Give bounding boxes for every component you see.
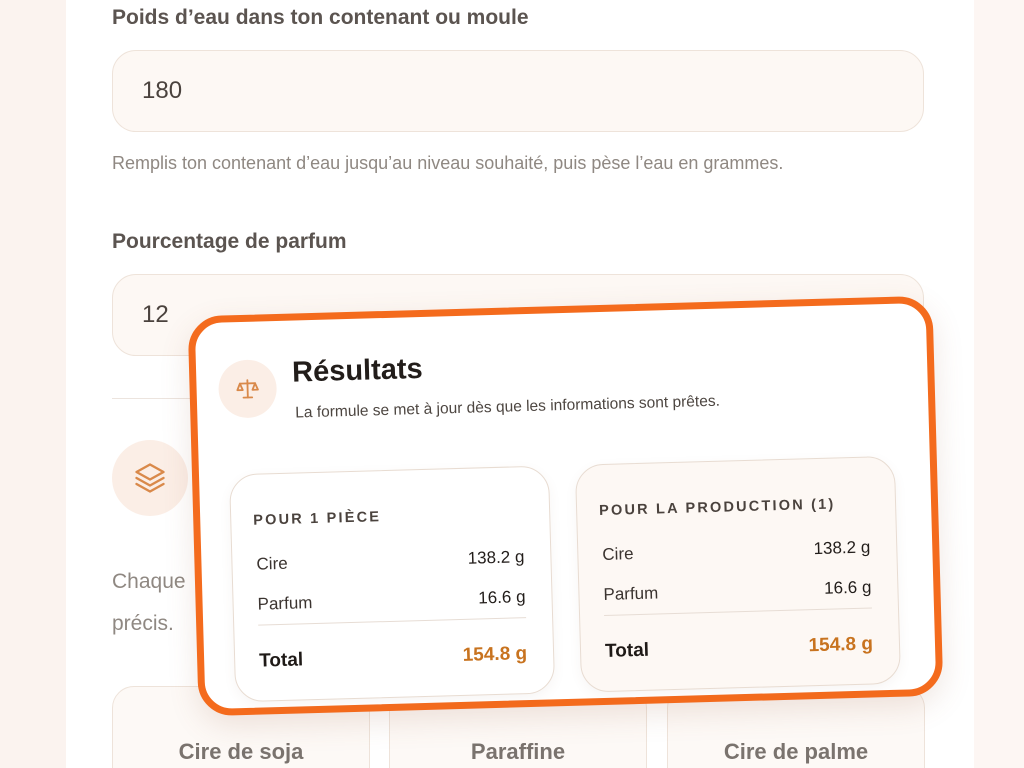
per-piece-row-perfume: Parfum 16.6 g xyxy=(257,587,525,614)
row-label: Cire xyxy=(256,553,288,574)
row-value: 138.2 g xyxy=(467,547,525,568)
production-row-perfume: Parfum 16.6 g xyxy=(603,577,871,604)
wax-section-icon-badge xyxy=(112,440,188,516)
results-subtitle: La formule se met à jour dès que les inf… xyxy=(295,392,721,422)
perfume-percent-label: Pourcentage de parfum xyxy=(112,230,347,253)
layers-icon xyxy=(135,463,165,493)
wax-type-label: Cire de soja xyxy=(178,739,304,764)
total-label: Total xyxy=(258,649,304,672)
row-value: 16.6 g xyxy=(478,587,526,608)
results-card: Résultats La formule se met à jour dès q… xyxy=(187,295,944,717)
row-value: 138.2 g xyxy=(813,537,871,559)
production-heading: POUR LA PRODUCTION (1) xyxy=(598,496,836,520)
production-total-row: Total 154.8 g xyxy=(605,633,874,662)
total-value: 154.8 g xyxy=(462,643,528,666)
row-label: Parfum xyxy=(257,593,313,614)
per-piece-card: POUR 1 PIÈCE Cire 138.2 g Parfum 16.6 g … xyxy=(228,465,556,703)
results-title: Résultats xyxy=(291,352,424,389)
total-label: Total xyxy=(604,639,650,662)
water-weight-help: Remplis ton contenant d’eau jusqu’au niv… xyxy=(112,153,784,173)
wax-type-label: Cire de palme xyxy=(723,739,869,764)
wax-description-line-1: Chaque xyxy=(112,570,186,593)
scale-icon xyxy=(236,379,259,399)
per-piece-total-row: Total 154.8 g xyxy=(259,643,528,672)
wax-type-label: Paraffine xyxy=(470,739,566,764)
water-weight-label: Poids d’eau dans ton contenant ou moule xyxy=(112,6,529,29)
water-weight-input[interactable]: 180 xyxy=(112,50,924,132)
production-card: POUR LA PRODUCTION (1) Cire 138.2 g Parf… xyxy=(574,455,902,693)
per-piece-divider xyxy=(258,617,527,626)
total-value: 154.8 g xyxy=(808,633,874,657)
per-piece-row-wax: Cire 138.2 g xyxy=(256,547,524,574)
section-divider xyxy=(112,398,192,399)
row-label: Parfum xyxy=(603,583,659,604)
row-label: Cire xyxy=(602,544,634,564)
wax-description-line-2: précis. xyxy=(112,612,174,635)
row-value: 16.6 g xyxy=(823,577,872,598)
production-divider xyxy=(604,607,872,616)
production-row-wax: Cire 138.2 g xyxy=(602,538,870,565)
per-piece-heading: POUR 1 PIÈCE xyxy=(253,509,382,529)
page-background-right xyxy=(974,0,1024,768)
results-icon-badge xyxy=(217,359,278,419)
